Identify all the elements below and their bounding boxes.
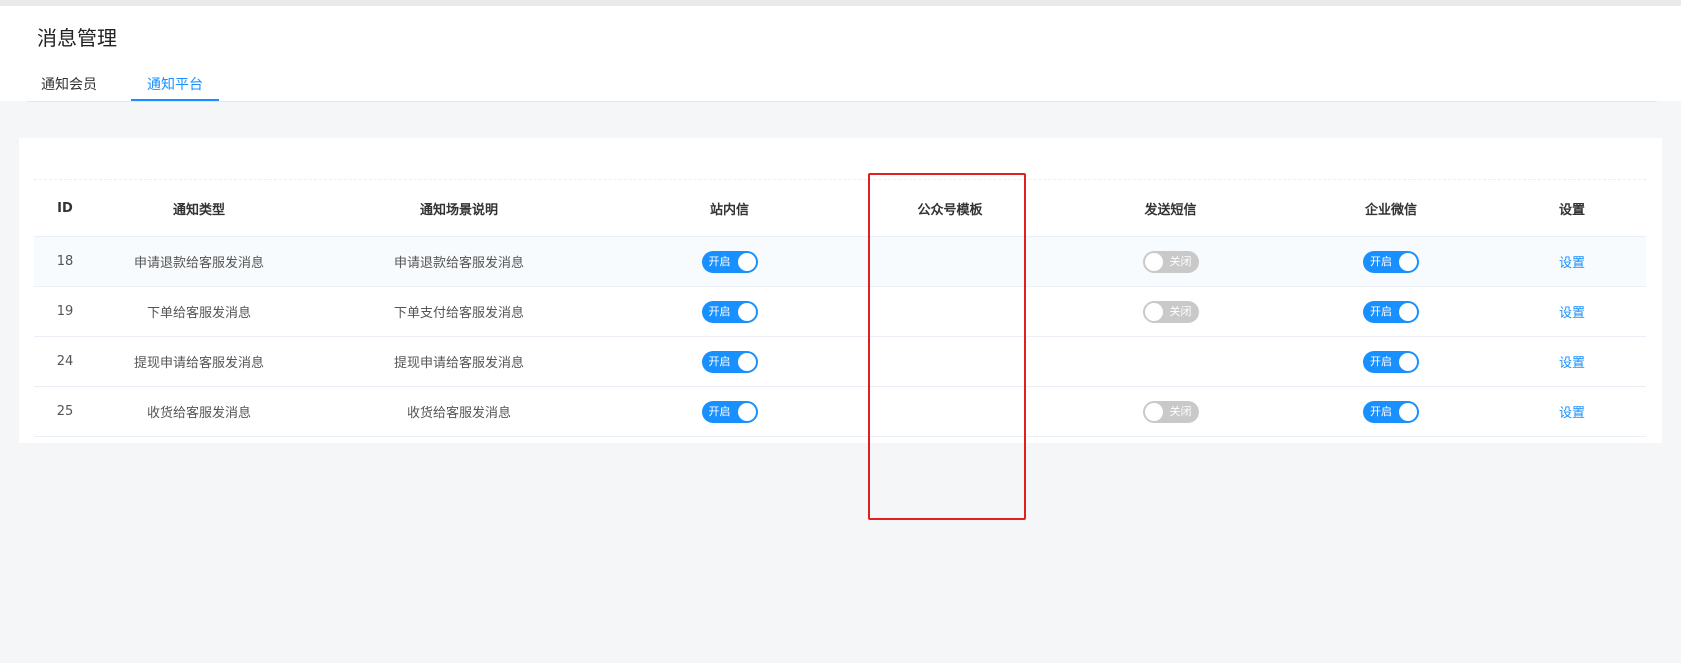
cell-site-message: 开启 xyxy=(616,336,843,387)
wecom-toggle[interactable]: 开启 xyxy=(1363,250,1419,273)
site-message-toggle[interactable]: 开启 xyxy=(701,350,758,373)
toggle-label: 开启 xyxy=(1370,354,1392,368)
cell-site-message: 开启 xyxy=(616,236,843,287)
cell-wecom: 开启 xyxy=(1284,236,1498,287)
cell-site-message: 开启 xyxy=(616,386,843,437)
site-message-toggle[interactable]: 开启 xyxy=(701,250,758,273)
cell-type: 提现申请给客服发消息 xyxy=(96,336,302,387)
toggle-label: 关闭 xyxy=(1169,254,1192,268)
table-header-row: ID 通知类型 通知场景说明 站内信 公众号模板 发送短信 企业微信 设置 xyxy=(34,180,1646,237)
sms-toggle[interactable]: 关闭 xyxy=(1142,250,1199,273)
table-row: 18 申请退款给客服发消息 申请退款给客服发消息 开启 关闭 开启 设置 xyxy=(34,236,1646,287)
toggle-label: 开启 xyxy=(708,354,731,368)
page-title: 消息管理 xyxy=(37,26,117,50)
toggle-knob xyxy=(1399,302,1417,321)
cell-desc: 提现申请给客服发消息 xyxy=(302,336,616,387)
wecom-toggle[interactable]: 开启 xyxy=(1363,300,1419,323)
cell-id: 18 xyxy=(34,236,96,287)
site-message-toggle[interactable]: 开启 xyxy=(701,300,758,323)
cell-sms: 关闭 xyxy=(1057,236,1284,287)
wecom-toggle[interactable]: 开启 xyxy=(1363,400,1419,423)
toggle-label: 开启 xyxy=(1370,254,1392,268)
cell-type: 收货给客服发消息 xyxy=(96,386,302,437)
header-sms: 发送短信 xyxy=(1057,180,1284,237)
site-message-toggle[interactable]: 开启 xyxy=(701,400,758,423)
settings-link[interactable]: 设置 xyxy=(1559,356,1585,371)
toggle-label: 开启 xyxy=(1370,404,1392,418)
table-row: 19 下单给客服发消息 下单支付给客服发消息 开启 关闭 开启 设置 xyxy=(34,286,1646,337)
cell-settings: 设置 xyxy=(1498,386,1646,437)
header-id: ID xyxy=(34,180,96,237)
cell-type: 申请退款给客服发消息 xyxy=(96,236,302,287)
header-wecom: 企业微信 xyxy=(1284,180,1498,237)
cell-settings: 设置 xyxy=(1498,286,1646,337)
content-card: ID 通知类型 通知场景说明 站内信 公众号模板 发送短信 企业微信 设置 18… xyxy=(19,138,1662,443)
toggle-label: 开启 xyxy=(708,254,731,268)
toggle-knob xyxy=(737,352,756,371)
toggle-knob xyxy=(1144,402,1163,421)
cell-sms: 关闭 xyxy=(1057,286,1284,337)
toggle-knob xyxy=(1399,402,1417,421)
cell-id: 19 xyxy=(34,286,96,337)
cell-id: 24 xyxy=(34,336,96,387)
settings-link[interactable]: 设置 xyxy=(1559,406,1585,421)
cell-settings: 设置 xyxy=(1498,336,1646,387)
table-container: ID 通知类型 通知场景说明 站内信 公众号模板 发送短信 企业微信 设置 18… xyxy=(34,179,1646,437)
highlight-annotation-box xyxy=(868,173,1026,520)
toggle-label: 开启 xyxy=(708,304,731,318)
notification-table: ID 通知类型 通知场景说明 站内信 公众号模板 发送短信 企业微信 设置 18… xyxy=(34,180,1646,437)
cell-wecom: 开启 xyxy=(1284,286,1498,337)
sms-toggle[interactable]: 关闭 xyxy=(1142,300,1199,323)
settings-link[interactable]: 设置 xyxy=(1559,256,1585,271)
cell-desc: 下单支付给客服发消息 xyxy=(302,286,616,337)
tab-bar: 通知会员 通知平台 xyxy=(27,66,1657,102)
settings-link[interactable]: 设置 xyxy=(1559,306,1585,321)
cell-desc: 申请退款给客服发消息 xyxy=(302,236,616,287)
toggle-label: 关闭 xyxy=(1169,304,1192,318)
cell-site-message: 开启 xyxy=(616,286,843,337)
toggle-knob xyxy=(1144,302,1163,321)
page-header: 消息管理 通知会员 通知平台 xyxy=(0,6,1681,102)
toggle-knob xyxy=(737,302,756,321)
table-row: 24 提现申请给客服发消息 提现申请给客服发消息 开启 开启 设置 xyxy=(34,336,1646,387)
header-type: 通知类型 xyxy=(96,180,302,237)
toggle-label: 关闭 xyxy=(1169,404,1192,418)
cell-sms: 关闭 xyxy=(1057,386,1284,437)
header-settings: 设置 xyxy=(1498,180,1646,237)
cell-wecom: 开启 xyxy=(1284,386,1498,437)
cell-type: 下单给客服发消息 xyxy=(96,286,302,337)
cell-settings: 设置 xyxy=(1498,236,1646,287)
wecom-toggle[interactable]: 开启 xyxy=(1363,350,1419,373)
toggle-label: 开启 xyxy=(1370,304,1392,318)
cell-id: 25 xyxy=(34,386,96,437)
cell-wecom: 开启 xyxy=(1284,336,1498,387)
toggle-knob xyxy=(737,402,756,421)
header-desc: 通知场景说明 xyxy=(302,180,616,237)
cell-desc: 收货给客服发消息 xyxy=(302,386,616,437)
toggle-knob xyxy=(1144,252,1163,271)
sms-toggle[interactable]: 关闭 xyxy=(1142,400,1199,423)
toggle-knob xyxy=(1399,252,1417,271)
toggle-knob xyxy=(737,252,756,271)
toggle-label: 开启 xyxy=(708,404,731,418)
tab-notify-members[interactable]: 通知会员 xyxy=(41,74,97,103)
toggle-knob xyxy=(1399,352,1417,371)
active-tab-indicator xyxy=(131,99,219,101)
header-site-message: 站内信 xyxy=(616,180,843,237)
cell-sms xyxy=(1057,336,1284,387)
table-row: 25 收货给客服发消息 收货给客服发消息 开启 关闭 开启 设置 xyxy=(34,386,1646,437)
